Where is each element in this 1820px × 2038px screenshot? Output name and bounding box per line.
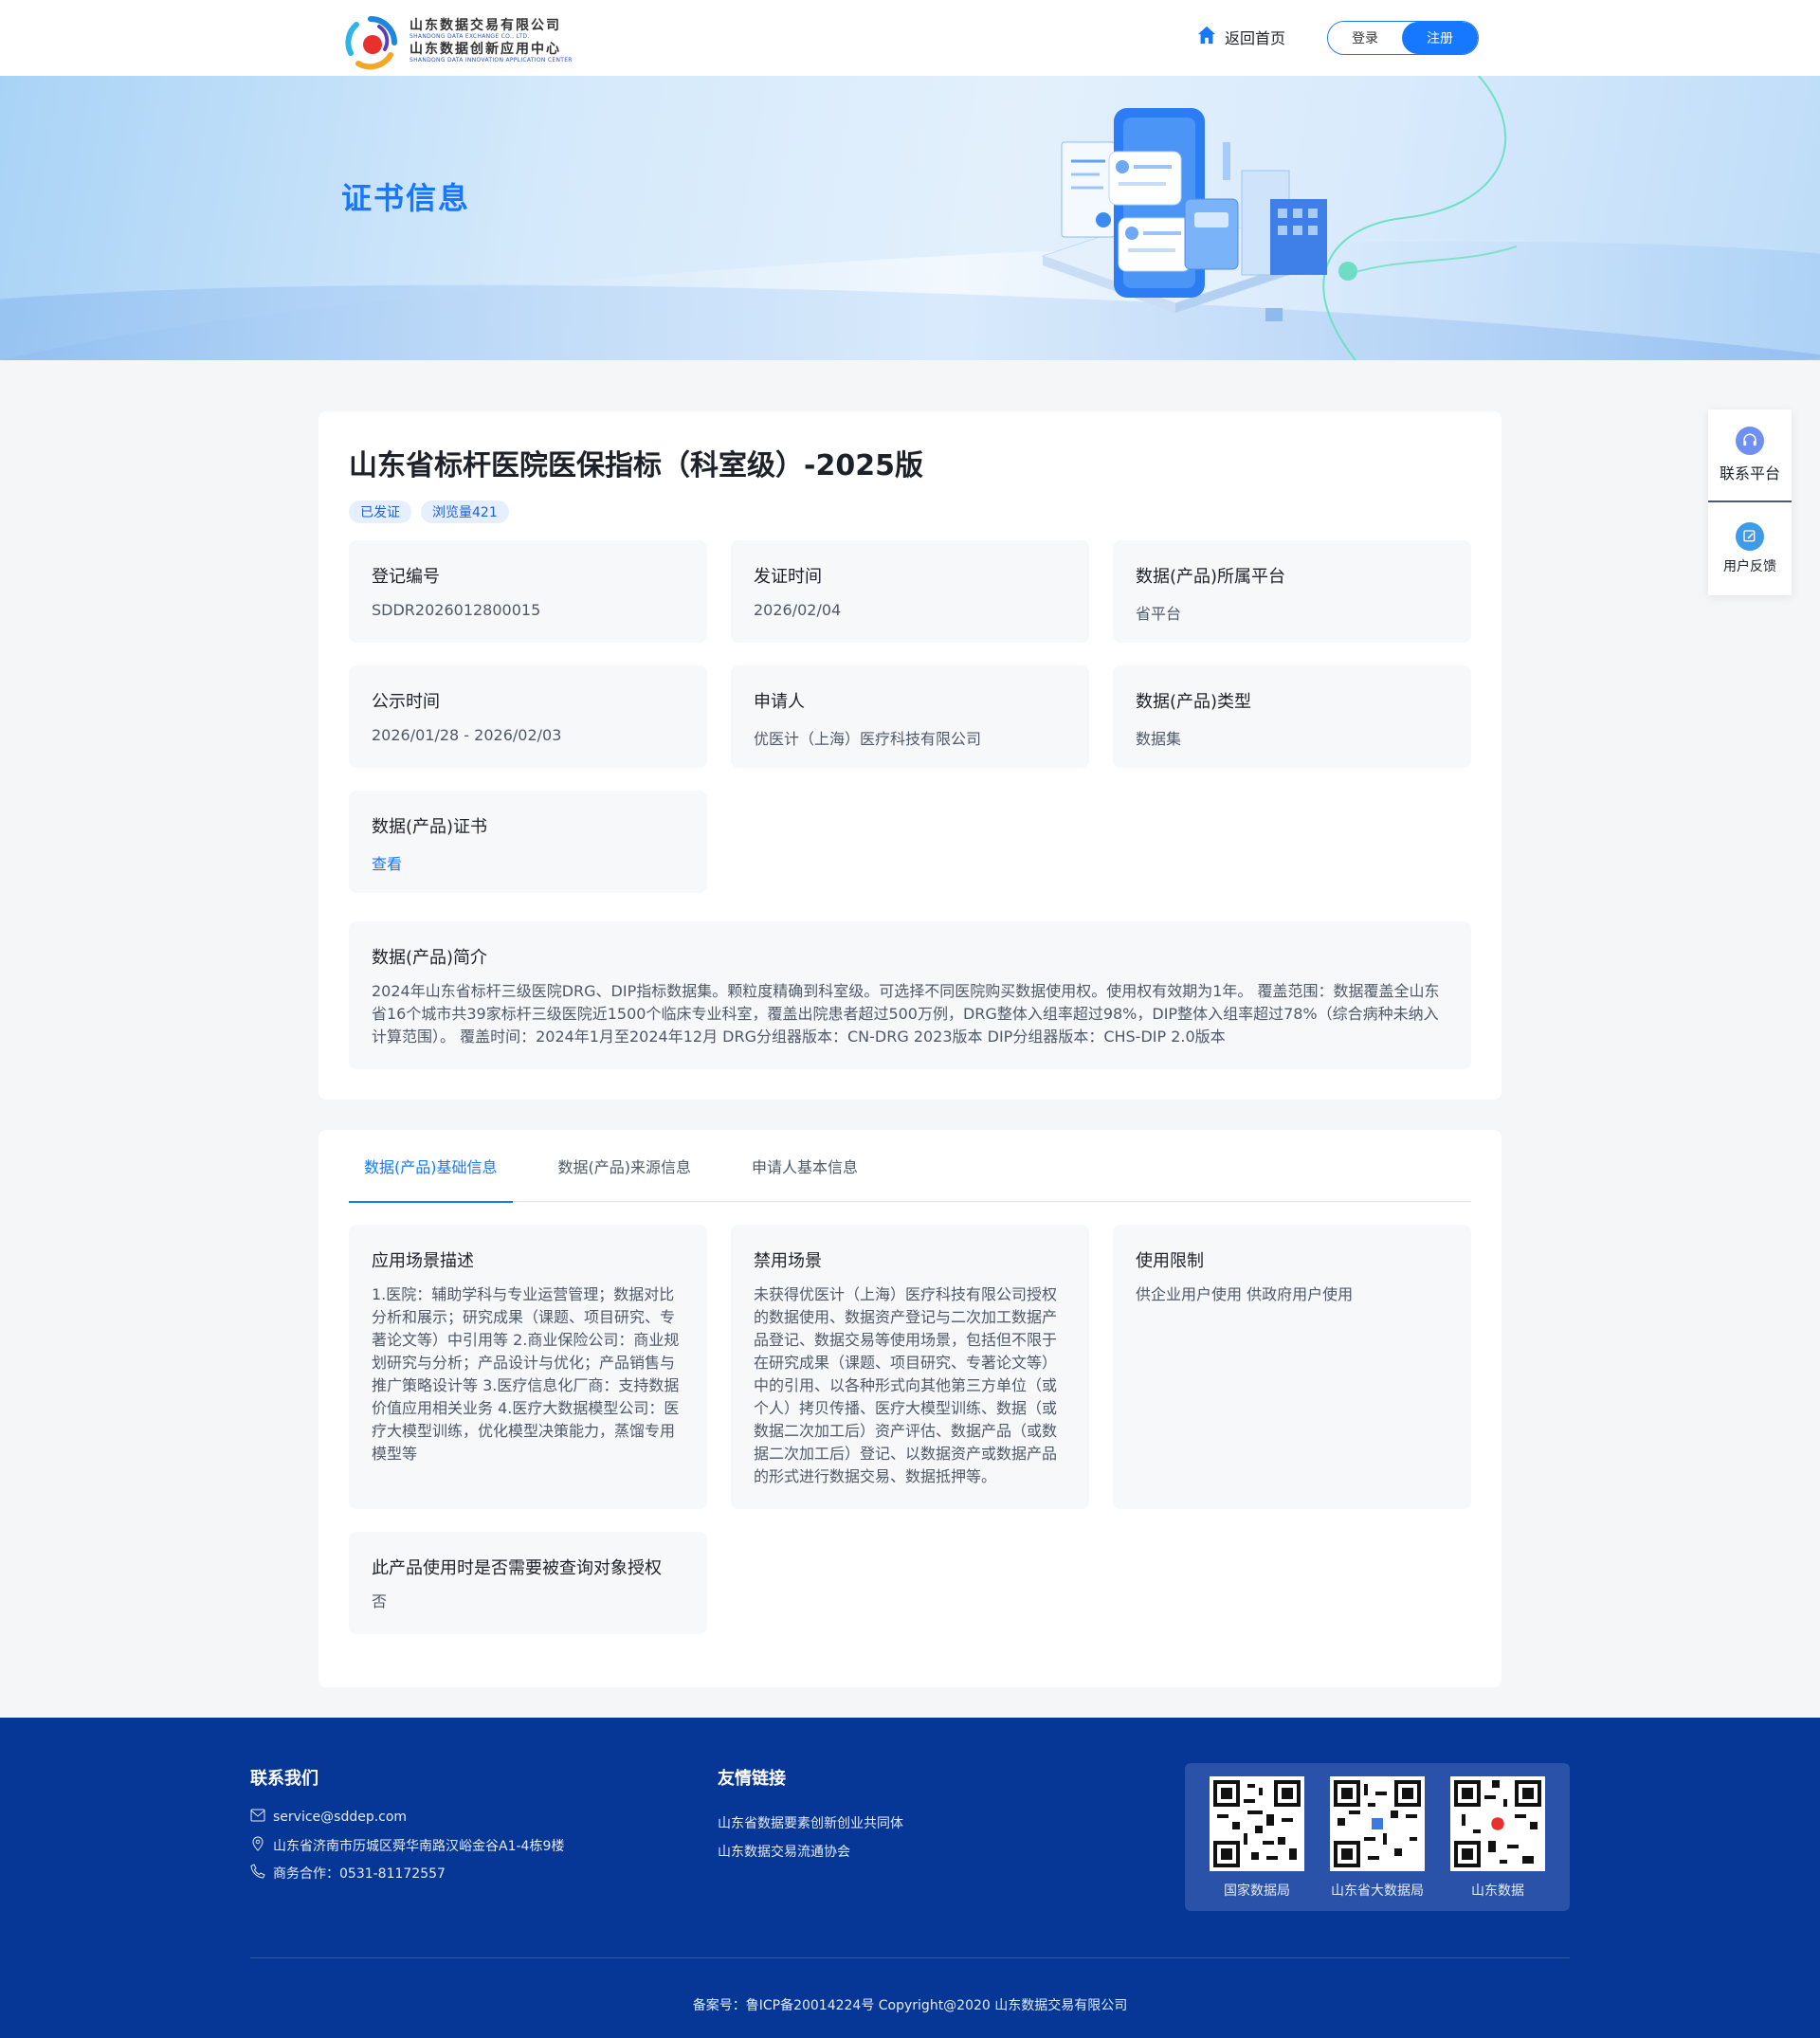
register-button[interactable]: 注册 xyxy=(1402,22,1478,54)
user-feedback-label: 用户反馈 xyxy=(1723,559,1776,574)
field-value: 省平台 xyxy=(1136,605,1182,623)
footer-copyright: 备案号：鲁ICP备20014224号 Copyright@2020 山东数据交易… xyxy=(692,1998,1128,2013)
field-registration-number: 登记编号 SDDR2026012800015 xyxy=(349,540,707,643)
box-application-scenarios: 应用场景描述 1.医院：辅助学科与专业运营管理；数据对比分析和展示；研究成果（课… xyxy=(349,1225,707,1509)
login-button[interactable]: 登录 xyxy=(1328,22,1402,54)
footer-address-text: 山东省济南市历城区舜华南路汉峪金谷A1-4栋9楼 xyxy=(273,1839,565,1854)
contact-platform-button[interactable]: 联系平台 xyxy=(1708,409,1792,502)
mail-icon xyxy=(250,1809,265,1826)
field-value: SDDR2026012800015 xyxy=(372,601,541,619)
logo-line1-en: SHANDONG DATA EXCHANGE CO., LTD. xyxy=(410,33,530,40)
box-label: 使用限制 xyxy=(1136,1251,1204,1271)
user-feedback-button[interactable]: 用户反馈 xyxy=(1708,502,1792,595)
product-title: 山东省标杆医院医保指标（科室级）-2025版 xyxy=(349,449,923,482)
footer-email-text: service@sddep.com xyxy=(273,1810,408,1825)
box-usage-restrictions: 使用限制 供企业用户使用 供政府用户使用 xyxy=(1113,1225,1471,1509)
home-link[interactable]: 返回首页 xyxy=(1196,25,1285,49)
field-label: 数据(产品)所属平台 xyxy=(1136,567,1286,587)
field-label: 登记编号 xyxy=(372,567,440,587)
box-label: 禁用场景 xyxy=(754,1251,822,1271)
detail-tabs: 数据(产品)基础信息 数据(产品)来源信息 申请人基本信息 xyxy=(349,1130,1471,1203)
field-label: 申请人 xyxy=(754,692,805,712)
footer-link-exchange-association[interactable]: 山东数据交易流通协会 xyxy=(718,1842,850,1861)
box-label: 此产品使用时是否需要被查询对象授权 xyxy=(372,1558,662,1578)
field-label: 数据(产品)证书 xyxy=(372,817,488,837)
field-publicity-period: 公示时间 2026/01/28 - 2026/02/03 xyxy=(349,665,707,768)
qrcode-label: 国家数据局 xyxy=(1224,1883,1290,1899)
footer-link-innovation-community[interactable]: 山东省数据要素创新创业共同体 xyxy=(718,1813,903,1832)
product-tags: 已发证 浏览量421 xyxy=(349,500,509,523)
footer-address: 山东省济南市历城区舜华南路汉峪金谷A1-4栋9楼 xyxy=(250,1836,564,1855)
field-issue-date: 发证时间 2026/02/04 xyxy=(731,540,1089,643)
intro-text: 2024年山东省标杆三级医院DRG、DIP指标数据集。颗粒度精确到科室级。可选择… xyxy=(372,982,1440,1046)
field-label: 数据(产品)类型 xyxy=(1136,692,1252,712)
home-link-label: 返回首页 xyxy=(1225,29,1286,47)
footer-contact-title: 联系我们 xyxy=(250,1769,318,1789)
box-label: 应用场景描述 xyxy=(372,1251,474,1271)
logo-text: 山东数据交易有限公司 SHANDONG DATA EXCHANGE CO., L… xyxy=(410,19,573,66)
status-badge: 已发证 xyxy=(349,500,411,523)
view-count-badge: 浏览量421 xyxy=(421,500,509,523)
product-detail-card: 数据(产品)基础信息 数据(产品)来源信息 申请人基本信息 应用场景描述 1.医… xyxy=(318,1130,1502,1687)
auth-switch: 登录 注册 xyxy=(1327,21,1479,55)
footer-links-title: 友情链接 xyxy=(718,1769,786,1789)
field-product-type: 数据(产品)类型 数据集 xyxy=(1113,665,1471,768)
qrcode-image xyxy=(1450,1776,1545,1871)
logo-line1: 山东数据交易有限公司 xyxy=(410,18,561,33)
field-value: 数据集 xyxy=(1136,730,1182,748)
tab-applicant-info[interactable]: 申请人基本信息 xyxy=(737,1130,873,1202)
field-value: 2026/01/28 - 2026/02/03 xyxy=(372,726,562,744)
logo-mark-icon xyxy=(341,13,400,72)
product-intro: 数据(产品)简介 2024年山东省标杆三级医院DRG、DIP指标数据集。颗粒度精… xyxy=(349,921,1471,1069)
page-title: 证书信息 xyxy=(341,180,471,216)
site-footer: 联系我们 service@sddep.com 山东省济南市历城区舜华南路汉峪金谷… xyxy=(0,1718,1820,2038)
box-value: 否 xyxy=(372,1592,388,1610)
footer-phone-text: 商务合作：0531-81172557 xyxy=(273,1866,446,1882)
phone-icon xyxy=(250,1864,265,1883)
contact-platform-label: 联系平台 xyxy=(1719,464,1780,482)
field-label: 公示时间 xyxy=(372,692,440,712)
banner-illustration xyxy=(1005,76,1518,360)
side-float-panel: 联系平台 用户反馈 xyxy=(1708,409,1792,595)
home-icon xyxy=(1196,25,1217,49)
field-platform: 数据(产品)所属平台 省平台 xyxy=(1113,540,1471,643)
tab-basic-info[interactable]: 数据(产品)基础信息 xyxy=(349,1130,513,1203)
box-prohibited-scenarios: 禁用场景 未获得优医计（上海）医疗科技有限公司授权的数据使用、数据资产登记与二次… xyxy=(731,1225,1089,1509)
field-certificate: 数据(产品)证书 查看 xyxy=(349,791,707,893)
qrcode-panel: 国家数据局 山东省大数据局 山东数据 xyxy=(1185,1763,1570,1911)
box-value: 1.医院：辅助学科与专业运营管理；数据对比分析和展示；研究成果（课题、项目研究、… xyxy=(372,1285,680,1463)
logo-line2: 山东数据创新应用中心 xyxy=(410,42,561,57)
page-banner: 证书信息 xyxy=(0,76,1820,360)
qrcode-image xyxy=(1330,1776,1425,1871)
box-value: 供企业用户使用 供政府用户使用 xyxy=(1136,1285,1354,1303)
footer-phone: 商务合作：0531-81172557 xyxy=(250,1864,446,1883)
headset-icon xyxy=(1736,427,1764,455)
tab-source-info[interactable]: 数据(产品)来源信息 xyxy=(543,1130,707,1202)
field-applicant: 申请人 优医计（上海）医疗科技有限公司 xyxy=(731,665,1089,768)
view-certificate-link[interactable]: 查看 xyxy=(372,851,684,874)
intro-label: 数据(产品)简介 xyxy=(372,948,488,968)
box-authorization-required: 此产品使用时是否需要被查询对象授权 否 xyxy=(349,1532,707,1634)
top-header: 山东数据交易有限公司 SHANDONG DATA EXCHANGE CO., L… xyxy=(0,0,1820,76)
product-info-card: 山东省标杆医院医保指标（科室级）-2025版 已发证 浏览量421 登记编号 S… xyxy=(318,411,1502,1100)
qrcode-label: 山东省大数据局 xyxy=(1331,1883,1424,1899)
company-logo[interactable]: 山东数据交易有限公司 SHANDONG DATA EXCHANGE CO., L… xyxy=(341,13,588,72)
footer-divider xyxy=(250,1957,1570,1958)
logo-line2-en: SHANDONG DATA INNOVATION APPLICATION CEN… xyxy=(410,57,573,64)
edit-icon xyxy=(1736,522,1764,551)
location-icon xyxy=(250,1836,265,1855)
field-value: 优医计（上海）医疗科技有限公司 xyxy=(754,730,982,748)
qrcode-image xyxy=(1210,1776,1304,1871)
footer-email: service@sddep.com xyxy=(250,1809,407,1826)
box-value: 未获得优医计（上海）医疗科技有限公司授权的数据使用、数据资产登记与二次加工数据产… xyxy=(754,1285,1058,1485)
field-value: 2026/02/04 xyxy=(754,601,842,619)
qrcode-label: 山东数据 xyxy=(1471,1883,1524,1899)
field-label: 发证时间 xyxy=(754,567,822,587)
